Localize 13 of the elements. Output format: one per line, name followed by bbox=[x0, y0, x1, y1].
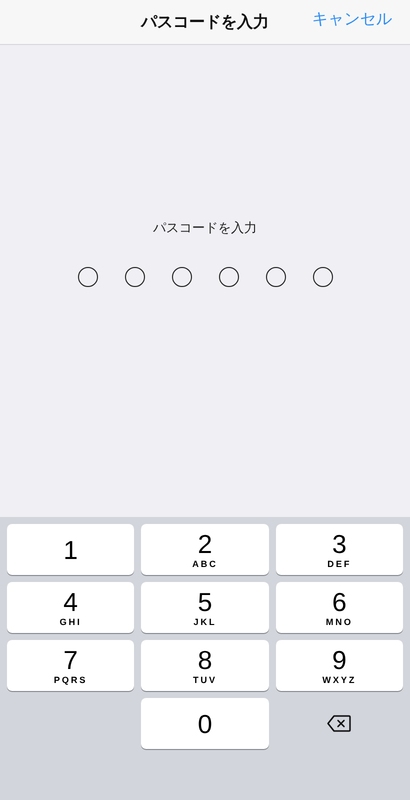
digit-key[interactable]: 1 bbox=[7, 524, 134, 575]
digit-key[interactable]: 4 GHI bbox=[7, 582, 134, 633]
digit-key[interactable]: 2 ABC bbox=[141, 524, 269, 575]
digit-key[interactable]: 9 WXYZ bbox=[276, 640, 403, 691]
digit-key[interactable]: 0 bbox=[141, 698, 269, 749]
screen-title: パスコードを入力 bbox=[141, 12, 269, 32]
digit-key[interactable]: 6 MNO bbox=[276, 582, 403, 633]
digit-key[interactable]: 8 TUV bbox=[141, 640, 269, 691]
backspace-icon bbox=[327, 715, 352, 732]
digit-key[interactable]: 5 JKL bbox=[141, 582, 269, 633]
digit-key[interactable]: 7 PQRS bbox=[7, 640, 134, 691]
digit-key[interactable]: 3 DEF bbox=[276, 524, 403, 575]
passcode-prompt: パスコードを入力 bbox=[153, 220, 257, 237]
